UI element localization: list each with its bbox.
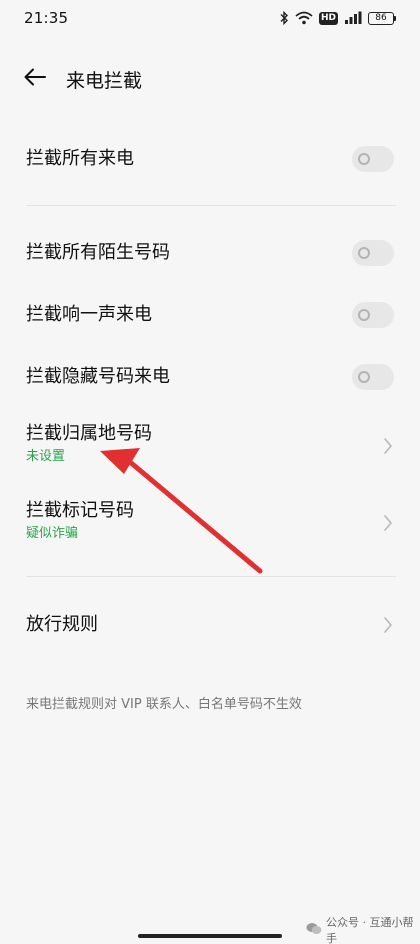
setting-label: 拦截所有陌生号码 [26,242,170,263]
page-title: 来电拦截 [66,70,143,92]
status-bar: 21:35 HD 86 [0,0,420,36]
bluetooth-icon [279,11,289,25]
watermark: 公众号 · 互通小帮手 [306,914,420,944]
home-indicator[interactable] [138,934,282,938]
block-unknown-toggle[interactable] [352,240,394,266]
setting-block-all[interactable]: 拦截所有来电 [0,126,420,192]
back-button[interactable] [20,64,50,94]
divider [26,205,396,206]
wifi-icon [295,11,313,25]
header: 来电拦截 [0,56,420,102]
divider [26,576,396,577]
chevron-right-icon [382,513,394,533]
setting-label: 拦截标记号码 [26,500,134,521]
block-ring-once-toggle[interactable] [352,302,394,328]
toggle-knob [358,371,370,383]
setting-label: 拦截归属地号码 [26,423,152,444]
setting-label: 拦截所有来电 [26,148,134,169]
battery-icon: 86 [368,11,396,25]
toggle-knob [358,153,370,165]
setting-block-marked[interactable]: 拦截标记号码 疑似诈骗 [0,487,420,559]
status-time: 21:35 [24,9,69,27]
setting-allow-rules[interactable]: 放行规则 [0,594,420,656]
setting-status: 未设置 [26,449,66,464]
footnote: 来电拦截规则对 VIP 联系人、白名单号码不生效 [26,697,302,712]
arrow-left-icon [24,68,46,90]
setting-label: 放行规则 [26,614,98,635]
setting-block-ring-once[interactable]: 拦截响一声来电 [0,284,420,346]
toggle-knob [358,247,370,259]
battery-level: 86 [368,11,394,25]
setting-label: 拦截响一声来电 [26,304,152,325]
chevron-right-icon [382,436,394,456]
setting-status: 疑似诈骗 [26,526,79,541]
setting-block-hidden[interactable]: 拦截隐藏号码来电 [0,346,420,408]
block-hidden-toggle[interactable] [352,364,394,390]
toggle-knob [358,309,370,321]
status-icons: HD 86 [279,11,396,25]
setting-block-unknown[interactable]: 拦截所有陌生号码 [0,222,420,284]
signal-icon [344,11,362,25]
wechat-icon [306,922,322,938]
block-all-toggle[interactable] [352,146,394,172]
setting-label: 拦截隐藏号码来电 [26,366,170,387]
chevron-right-icon [382,615,394,635]
setting-block-region[interactable]: 拦截归属地号码 未设置 [0,410,420,482]
hd-badge: HD [318,11,338,25]
watermark-text: 公众号 · 互通小帮手 [326,916,414,944]
